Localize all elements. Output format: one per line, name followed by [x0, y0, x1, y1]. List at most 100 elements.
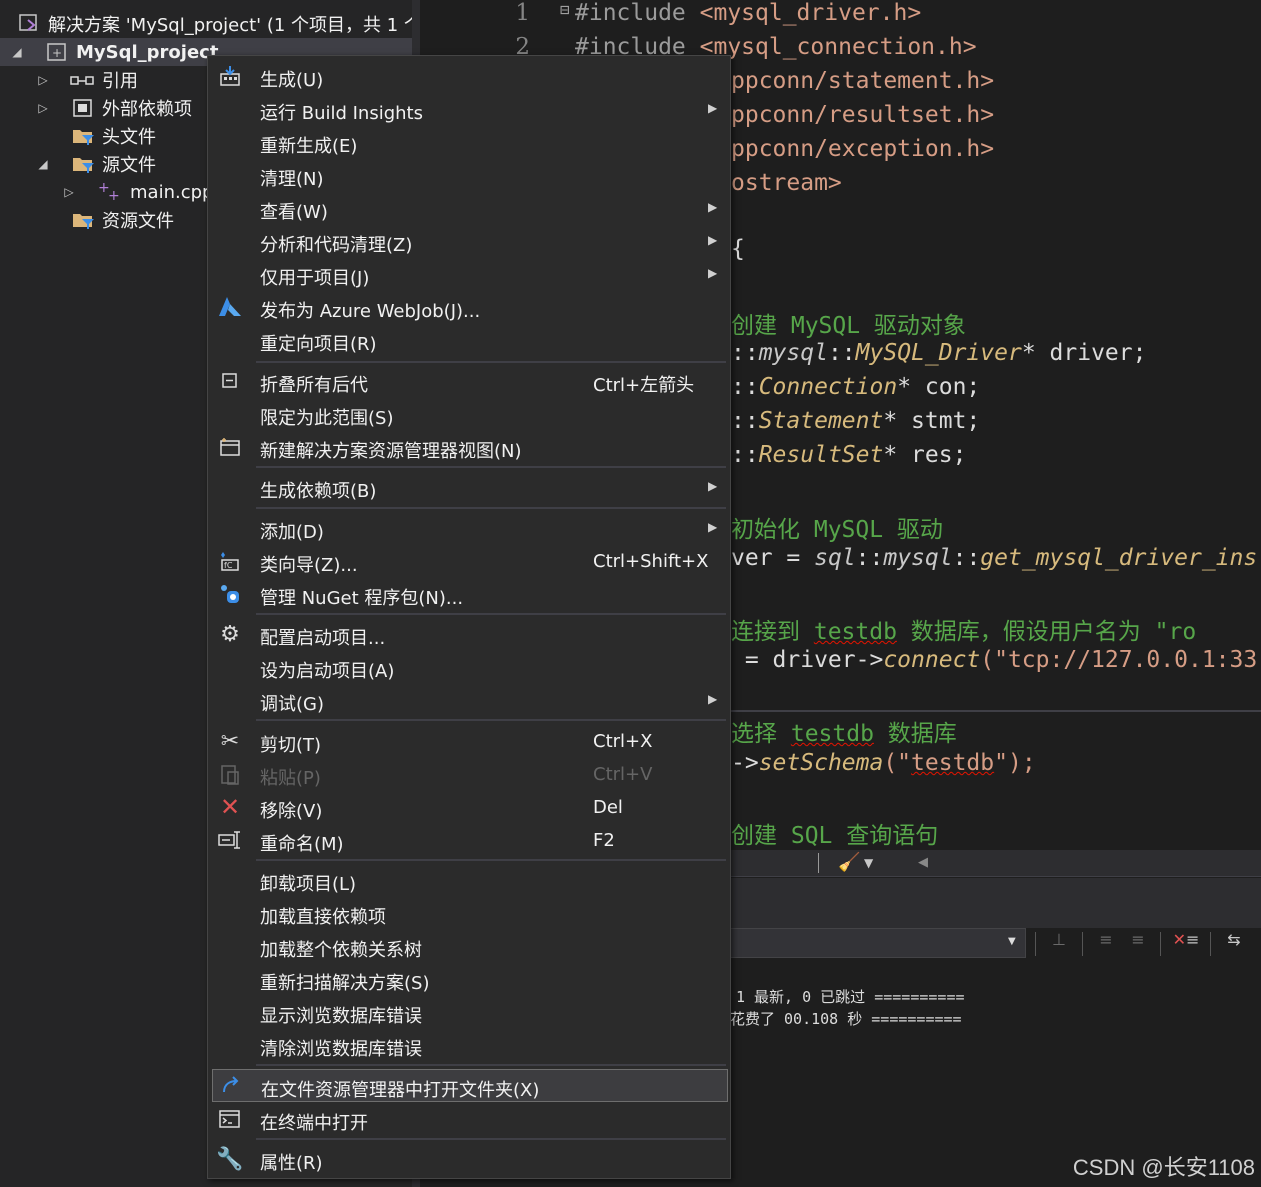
menu-item-retarget[interactable]: 重定向项目(R) — [212, 324, 728, 357]
code-line: { — [731, 236, 745, 262]
filter-folder-icon — [72, 154, 94, 174]
menu-item-class-wizard[interactable]: fC 类向导(Z)... Ctrl+Shift+X — [212, 545, 728, 578]
submenu-arrow-icon: ▶ — [708, 101, 718, 115]
project-icon: + — [46, 42, 68, 62]
menu-item-scope-to-this[interactable]: 限定为此范围(S) — [212, 398, 728, 431]
tree-item-label: main.cpp — [130, 181, 214, 203]
context-menu: 生成(U) 运行 Build Insights ▶ 重新生成(E) 清理(N) … — [207, 55, 731, 1179]
references-icon — [70, 72, 94, 92]
editor-status-bar — [730, 850, 1261, 877]
gear-icon: ⚙ — [220, 621, 240, 647]
menu-item-build-deps[interactable]: 生成依赖项(B) ▶ — [212, 471, 728, 504]
menu-item-open-terminal[interactable]: 在终端中打开 — [212, 1103, 728, 1136]
code-line: ::Statement* stmt; — [731, 408, 981, 434]
menu-item-analyze[interactable]: 分析和代码清理(Z) ▶ — [212, 225, 728, 258]
code-line: 连接到 testdb 数据库，假设用户名为 "ro — [731, 619, 1197, 645]
divider — [1160, 932, 1161, 956]
menu-separator — [256, 466, 726, 468]
collapsed-arrow-icon[interactable]: ▷ — [36, 73, 50, 87]
code-line: ppconn/resultset.h> — [731, 102, 995, 128]
menu-item-view[interactable]: 查看(W) ▶ — [212, 192, 728, 225]
clear-all-icon[interactable]: ✕≡ — [1172, 930, 1200, 956]
menu-item-clean[interactable]: 清理(N) — [212, 159, 728, 192]
menu-item-open-in-explorer[interactable]: 在文件资源管理器中打开文件夹(X) — [212, 1069, 728, 1102]
expanded-arrow-icon[interactable]: ◢ — [36, 157, 50, 171]
watermark: CSDN @长安1108 — [1072, 1155, 1255, 1180]
fold-toggle-icon[interactable]: ⊟ — [560, 0, 570, 19]
code-line: 初始化 MySQL 驱动 — [731, 517, 943, 543]
filter-folder-icon — [72, 210, 94, 230]
prev-message-icon[interactable]: ≡ — [1092, 930, 1120, 956]
code-line: 创建 SQL 查询语句 — [731, 823, 939, 849]
menu-item-cut[interactable]: ✂ 剪切(T) Ctrl+X — [212, 725, 728, 758]
new-view-icon — [218, 435, 242, 459]
menu-item-load-direct-deps[interactable]: 加载直接依赖项 — [212, 897, 728, 930]
menu-item-build[interactable]: 生成(U) — [212, 60, 728, 93]
menu-item-rename[interactable]: 重命名(M) F2 — [212, 824, 728, 857]
menu-separator — [256, 613, 726, 615]
menu-separator — [256, 507, 726, 509]
menu-item-project-only[interactable]: 仅用于项目(J) ▶ — [212, 258, 728, 291]
menu-item-unload-project[interactable]: 卸载项目(L) — [212, 864, 728, 897]
nuget-icon — [218, 582, 242, 606]
class-wizard-icon: fC — [218, 549, 242, 573]
tree-item-label: 头文件 — [102, 127, 156, 148]
menu-item-configure-startup[interactable]: ⚙ 配置启动项目... — [212, 618, 728, 651]
menu-separator — [256, 361, 726, 363]
menu-item-set-startup[interactable]: 设为启动项目(A) — [212, 651, 728, 684]
tree-item-label: 外部依赖项 — [102, 99, 192, 120]
menu-item-new-view[interactable]: 新建解决方案资源管理器视图(N) — [212, 431, 728, 464]
output-panel-header — [730, 878, 1261, 928]
find-message-icon[interactable]: ⊥ — [1045, 930, 1073, 956]
collapse-icon — [218, 369, 242, 393]
scissors-icon: ✂ — [220, 728, 240, 754]
code-line: ::mysql::MySQL_Driver* driver; — [731, 340, 1147, 366]
menu-item-rebuild[interactable]: 重新生成(E) — [212, 126, 728, 159]
tree-item-label: 引用 — [102, 71, 138, 92]
menu-item-nuget[interactable]: 管理 NuGet 程序包(N)... — [212, 578, 728, 611]
open-folder-icon — [219, 1074, 243, 1098]
chevron-down-icon[interactable]: ▼ — [1008, 936, 1016, 947]
project-label: MySql_project — [76, 41, 219, 63]
solution-node[interactable]: 解决方案 'MySql_project' (1 个项目，共 1 个 — [0, 10, 412, 38]
submenu-arrow-icon: ▶ — [708, 233, 718, 247]
scroll-left-icon[interactable]: ◀ — [918, 855, 928, 870]
svg-text:+: + — [52, 46, 62, 60]
azure-icon — [218, 295, 242, 319]
menu-item-paste: 粘贴(P) Ctrl+V — [212, 758, 728, 791]
menu-item-load-dep-tree[interactable]: 加载整个依赖关系树 — [212, 930, 728, 963]
code-cleanup-icon[interactable]: 🧹 — [838, 852, 860, 873]
code-line: ->setSchema("testdb"); — [731, 750, 1036, 776]
terminal-icon — [218, 1107, 242, 1131]
submenu-arrow-icon: ▶ — [708, 520, 718, 534]
submenu-arrow-icon: ▶ — [708, 479, 718, 493]
collapsed-arrow-icon[interactable]: ▷ — [36, 101, 50, 115]
tree-item-label: 源文件 — [102, 155, 156, 176]
menu-item-collapse-all[interactable]: 折叠所有后代 Ctrl+左箭头 — [212, 365, 728, 398]
expanded-arrow-icon[interactable]: ◢ — [10, 45, 24, 59]
code-line: ppconn/statement.h> — [731, 68, 995, 94]
next-message-icon[interactable]: ≡ — [1124, 930, 1152, 956]
menu-item-add[interactable]: 添加(D) ▶ — [212, 512, 728, 545]
menu-item-publish-azure[interactable]: 发布为 Azure WebJob(J)... — [212, 291, 728, 324]
chevron-down-icon[interactable]: ▼ — [864, 856, 873, 870]
output-source-select[interactable] — [730, 928, 1026, 958]
menu-item-show-db-errors[interactable]: 显示浏览数据库错误 — [212, 996, 728, 1029]
line-number: 1 — [515, 0, 530, 26]
output-line: 1 最新, 0 已跳过 ========== — [736, 988, 965, 1006]
menu-item-remove[interactable]: ✕ 移除(V) Del — [212, 791, 728, 824]
tree-item-label: 资源文件 — [102, 211, 174, 232]
menu-item-rescan-solution[interactable]: 重新扫描解决方案(S) — [212, 963, 728, 996]
collapsed-arrow-icon[interactable]: ▷ — [62, 185, 76, 199]
code-line: ostream> — [731, 170, 842, 196]
svg-text:fC: fC — [224, 561, 233, 570]
menu-item-clear-db-errors[interactable]: 清除浏览数据库错误 — [212, 1029, 728, 1062]
menu-item-properties[interactable]: 🔧 属性(R) — [212, 1143, 728, 1176]
submenu-arrow-icon: ▶ — [708, 266, 718, 280]
menu-item-debug[interactable]: 调试(G) ▶ — [212, 684, 728, 717]
menu-separator — [256, 1064, 726, 1066]
divider — [818, 853, 819, 873]
divider — [1210, 932, 1211, 956]
menu-item-build-insights[interactable]: 运行 Build Insights ▶ — [212, 93, 728, 126]
word-wrap-icon[interactable]: ⇆ — [1220, 930, 1248, 956]
